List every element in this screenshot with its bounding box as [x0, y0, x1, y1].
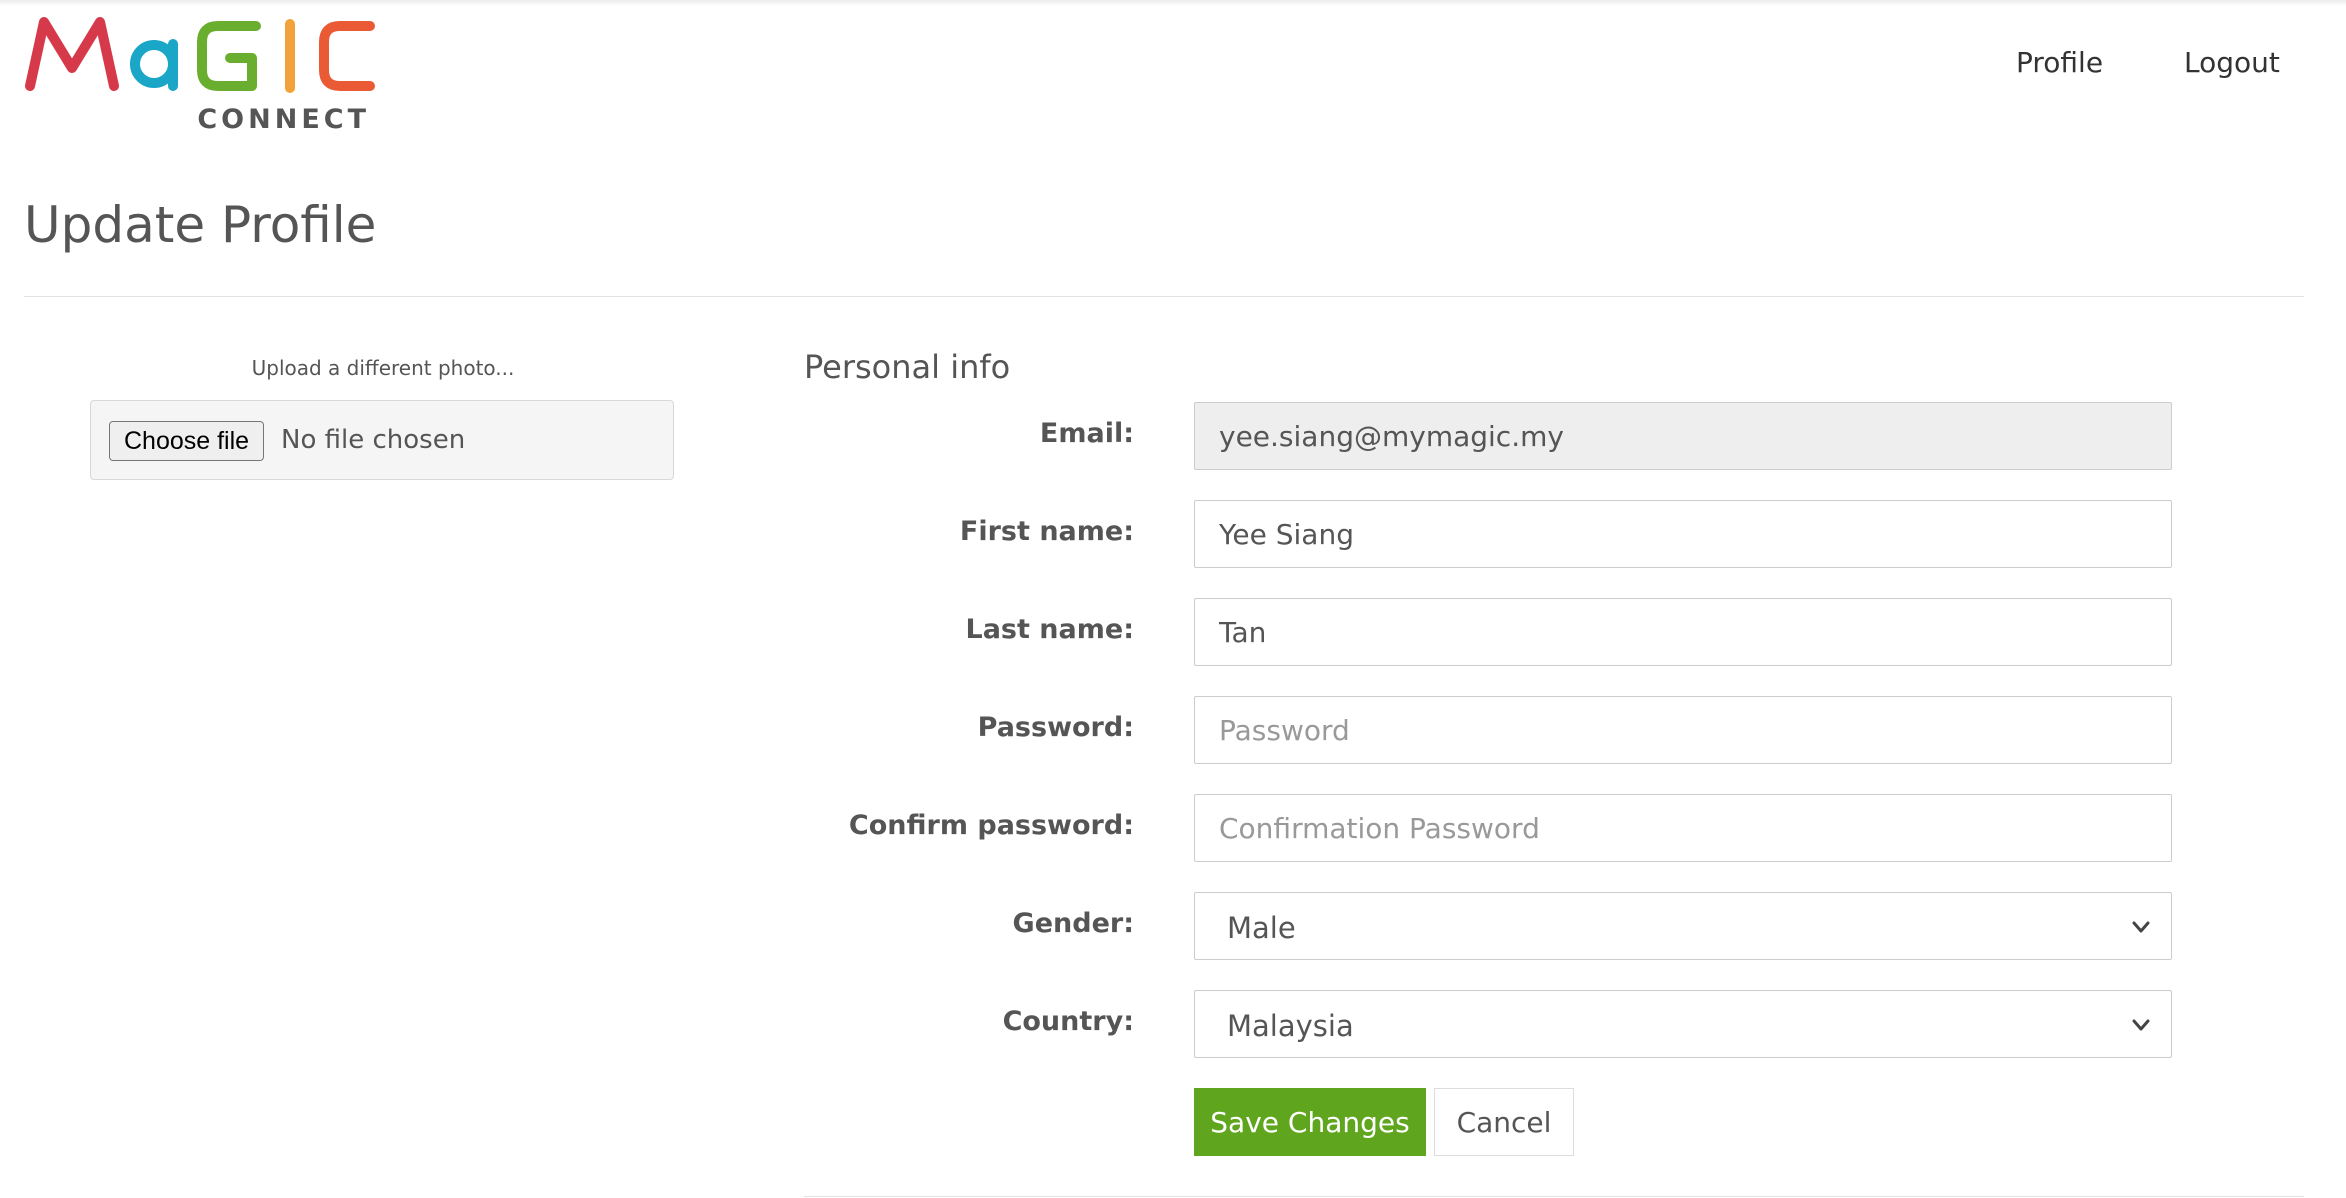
confirm-password-label: Confirm password:: [848, 810, 1134, 841]
chevron-down-icon: [2132, 1019, 2150, 1031]
country-selected-value: Malaysia: [1227, 1009, 1354, 1043]
first-name-label: First name:: [959, 516, 1134, 547]
photo-file-input[interactable]: Choose file No file chosen: [90, 400, 674, 480]
gender-selected-value: Male: [1227, 911, 1296, 945]
country-label: Country:: [1002, 1006, 1134, 1037]
first-name-field[interactable]: [1194, 500, 2172, 568]
page-title: Update Profile: [24, 196, 377, 254]
file-status-text: No file chosen: [281, 425, 466, 455]
email-label: Email:: [1039, 418, 1134, 449]
password-field[interactable]: [1194, 696, 2172, 764]
gender-select[interactable]: Male: [1194, 892, 2172, 960]
email-field[interactable]: [1194, 402, 2172, 470]
choose-file-button[interactable]: Choose file: [109, 421, 265, 461]
gender-label: Gender:: [1012, 908, 1134, 939]
nav-logout-link[interactable]: Logout: [2184, 46, 2280, 79]
form-divider: [804, 1196, 2304, 1197]
personal-info-heading: Personal info: [804, 348, 1011, 386]
password-label: Password:: [977, 712, 1134, 743]
cancel-button[interactable]: Cancel: [1434, 1088, 1574, 1156]
top-shadow: [0, 0, 2346, 6]
last-name-label: Last name:: [965, 614, 1135, 645]
upload-photo-label: Upload a different photo...: [251, 356, 515, 380]
save-changes-button[interactable]: Save Changes: [1194, 1088, 1426, 1156]
nav-profile-link[interactable]: Profile: [2016, 46, 2103, 79]
country-select[interactable]: Malaysia: [1194, 990, 2172, 1058]
logo-subtext: CONNECT: [197, 104, 370, 135]
magic-connect-logo[interactable]: CONNECT: [22, 16, 458, 140]
confirm-password-field[interactable]: [1194, 794, 2172, 862]
last-name-field[interactable]: [1194, 598, 2172, 666]
chevron-down-icon: [2132, 921, 2150, 933]
title-divider: [24, 296, 2304, 297]
